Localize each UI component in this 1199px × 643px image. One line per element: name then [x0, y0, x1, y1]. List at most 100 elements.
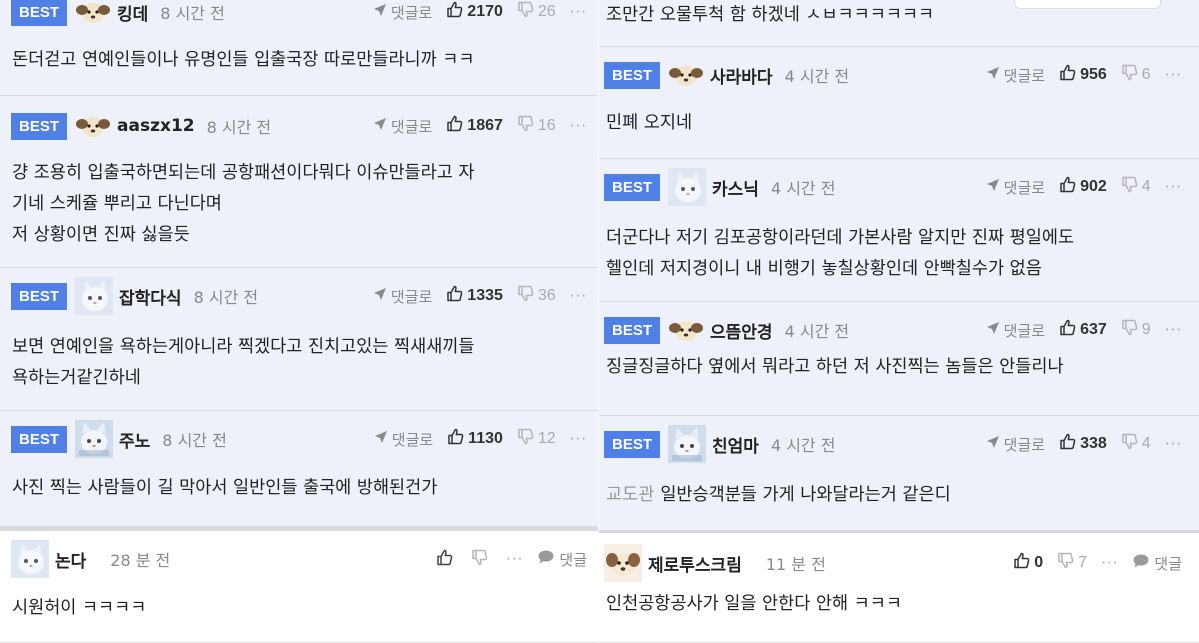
comment-author[interactable]: aaszx12: [117, 116, 195, 136]
comment-author[interactable]: 잡학다식: [119, 284, 182, 309]
comment-author[interactable]: 논다: [55, 547, 86, 572]
best-comments-section: BEST 킹데 8 시간 전 댓글로 2170 26 ··· 돈더걷고 연예인들…: [0, 0, 598, 526]
best-badge: BEST: [11, 282, 68, 310]
comment-text: 징글징글하다 옆에서 뭐라고 하던 저 사진찍는 놈들은 안들리나: [606, 357, 1064, 377]
comment-author[interactable]: 제로투스크림: [648, 551, 742, 576]
comment-text: 더군다나 저기 김포공항이라던데 가본사람 알지만 진짜 평일에도 헬인데 저지…: [606, 228, 1075, 279]
comment-time: 8 시간 전: [193, 288, 259, 307]
like-button[interactable]: 902: [1059, 176, 1107, 198]
reply-button[interactable]: 댓글: [537, 549, 587, 570]
reply-button[interactable]: 댓글로: [373, 116, 432, 137]
comment-time: 4 시간 전: [784, 67, 850, 86]
best-comments-section: 조만간 오물투척 함 하겠네 ㅅㅂㅋㅋㅋㅋㅋㅋ BEST 사라바다 4 시간 전…: [599, 0, 1199, 530]
like-button[interactable]: [436, 549, 457, 570]
thumbs-down-icon: [517, 1, 538, 23]
comment-author[interactable]: 카스닉: [712, 175, 759, 200]
comment-time: 4 시간 전: [770, 436, 836, 455]
best-badge: BEST: [604, 316, 661, 344]
comment-item: BEST aaszx12 8 시간 전 댓글로 1867 16 ··· 걍 조용…: [0, 96, 598, 268]
avatar[interactable]: [668, 168, 707, 206]
like-button[interactable]: 338: [1059, 433, 1107, 455]
reply-button[interactable]: 댓글로: [986, 65, 1045, 86]
thumbs-up-icon: [446, 1, 467, 23]
dislike-button[interactable]: [471, 549, 492, 570]
more-options-icon[interactable]: ···: [570, 3, 587, 21]
reply-arrow-icon: [986, 321, 1004, 339]
reply-button[interactable]: 댓글로: [986, 434, 1045, 455]
comment-author[interactable]: 킹데: [117, 0, 148, 25]
avatar[interactable]: [604, 544, 642, 582]
more-options-icon[interactable]: ···: [1165, 435, 1182, 453]
dislike-button[interactable]: 4: [1121, 176, 1151, 198]
like-button[interactable]: 1867: [446, 115, 503, 137]
dislike-button[interactable]: 16: [517, 115, 556, 137]
best-badge: BEST: [11, 425, 68, 453]
comment-item: 제로투스크림 11 분 전 0 7 ··· 댓글 인천공항공사가 일을 안한다 …: [599, 533, 1199, 643]
thumbs-down-icon: [1057, 552, 1078, 574]
more-options-icon[interactable]: ···: [1165, 66, 1182, 84]
more-options-icon[interactable]: ···: [570, 287, 587, 305]
thumbs-up-icon: [1059, 433, 1080, 455]
comment-text: 보면 연예인을 욕하는게아니라 찍겠다고 진치고있는 찍새새끼들 욕하는거같긴하…: [12, 337, 475, 388]
more-options-icon[interactable]: ···: [570, 430, 587, 448]
dislike-button[interactable]: 6: [1121, 64, 1151, 86]
dislike-button[interactable]: 12: [517, 428, 556, 450]
reply-button[interactable]: 댓글로: [374, 429, 433, 450]
comment-text: 돈더걷고 연예인들이나 유명인들 입출국장 따로만들라니까 ㅋㅋ: [12, 50, 475, 70]
like-button[interactable]: 2170: [446, 1, 503, 23]
avatar[interactable]: [75, 420, 114, 458]
comment-text: 사진 찍는 사람들이 길 막아서 일반인들 출국에 방해된건가: [12, 478, 438, 498]
thumbs-down-icon: [1121, 176, 1142, 198]
thumbs-up-icon: [1059, 319, 1080, 341]
new-comments-section: 제로투스크림 11 분 전 0 7 ··· 댓글 인천공항공사가 일을 안한다 …: [599, 532, 1199, 643]
more-options-icon[interactable]: ···: [1165, 321, 1182, 339]
reply-arrow-icon: [373, 3, 391, 21]
reply-button[interactable]: 댓글로: [373, 2, 432, 23]
comment-text: 교도관 일반승객분들 가게 나와달라는거 같은디: [606, 485, 951, 505]
avatar[interactable]: [75, 114, 111, 138]
more-options-icon[interactable]: ···: [1101, 554, 1118, 572]
dislike-button[interactable]: 4: [1121, 433, 1151, 455]
comment-time: 8 시간 전: [162, 431, 227, 450]
reply-button[interactable]: 댓글로: [986, 320, 1045, 341]
comment-item: BEST 사라바다 4 시간 전 댓글로 956 6 ··· 민폐 오지네: [599, 47, 1199, 159]
dislike-button[interactable]: 9: [1121, 319, 1151, 341]
reply-arrow-icon: [373, 287, 391, 305]
comment-text: 걍 조용히 입출국하면되는데 공항패션이다뭐다 이슈만들라고 자 기네 스케쥴 …: [12, 163, 475, 245]
speech-bubble-icon: [537, 549, 559, 569]
comment-text: 조만간 오물투척 함 하겠네 ㅅㅂㅋㅋㅋㅋㅋㅋ: [606, 5, 935, 25]
dislike-button[interactable]: 36: [517, 285, 556, 307]
dislike-button[interactable]: 26: [517, 1, 556, 23]
comment-author[interactable]: 으뜸안경: [710, 318, 773, 343]
comment-time: 4 시간 전: [770, 179, 836, 198]
reply-target[interactable]: 교도관: [606, 485, 654, 505]
comment-time: 11 분 전: [765, 555, 826, 574]
avatar[interactable]: [668, 318, 704, 342]
best-badge: BEST: [11, 0, 68, 26]
avatar[interactable]: [75, 277, 114, 315]
comment-author[interactable]: 주노: [119, 427, 150, 452]
like-button[interactable]: 0: [1013, 552, 1043, 574]
comment-item: BEST 카스닉 4 시간 전 댓글로 902 4 ··· 더군다나 저기 김포…: [599, 159, 1199, 302]
comment-author[interactable]: 사라바다: [710, 63, 773, 88]
more-options-icon[interactable]: ···: [1165, 178, 1182, 196]
like-button[interactable]: 637: [1059, 319, 1107, 341]
more-options-icon[interactable]: ···: [570, 117, 587, 135]
dislike-button[interactable]: 7: [1057, 552, 1087, 574]
reply-button[interactable]: 댓글: [1132, 553, 1182, 574]
like-button[interactable]: 1130: [447, 428, 503, 450]
thumbs-up-icon: [446, 285, 467, 307]
avatar[interactable]: [668, 425, 707, 463]
comment-author[interactable]: 친엄마: [712, 432, 759, 457]
avatar[interactable]: [668, 63, 704, 87]
like-button[interactable]: 956: [1059, 64, 1107, 86]
reply-button[interactable]: 댓글로: [373, 286, 432, 307]
comment-item: BEST 킹데 8 시간 전 댓글로 2170 26 ··· 돈더걷고 연예인들…: [0, 0, 598, 96]
like-button[interactable]: 1335: [446, 285, 503, 307]
thumbs-up-icon: [1059, 64, 1080, 86]
reply-button[interactable]: 댓글로: [986, 177, 1045, 198]
avatar[interactable]: [11, 540, 49, 578]
more-options-icon[interactable]: ···: [506, 550, 523, 568]
avatar[interactable]: [75, 0, 111, 24]
thumbs-down-icon: [1121, 433, 1142, 455]
